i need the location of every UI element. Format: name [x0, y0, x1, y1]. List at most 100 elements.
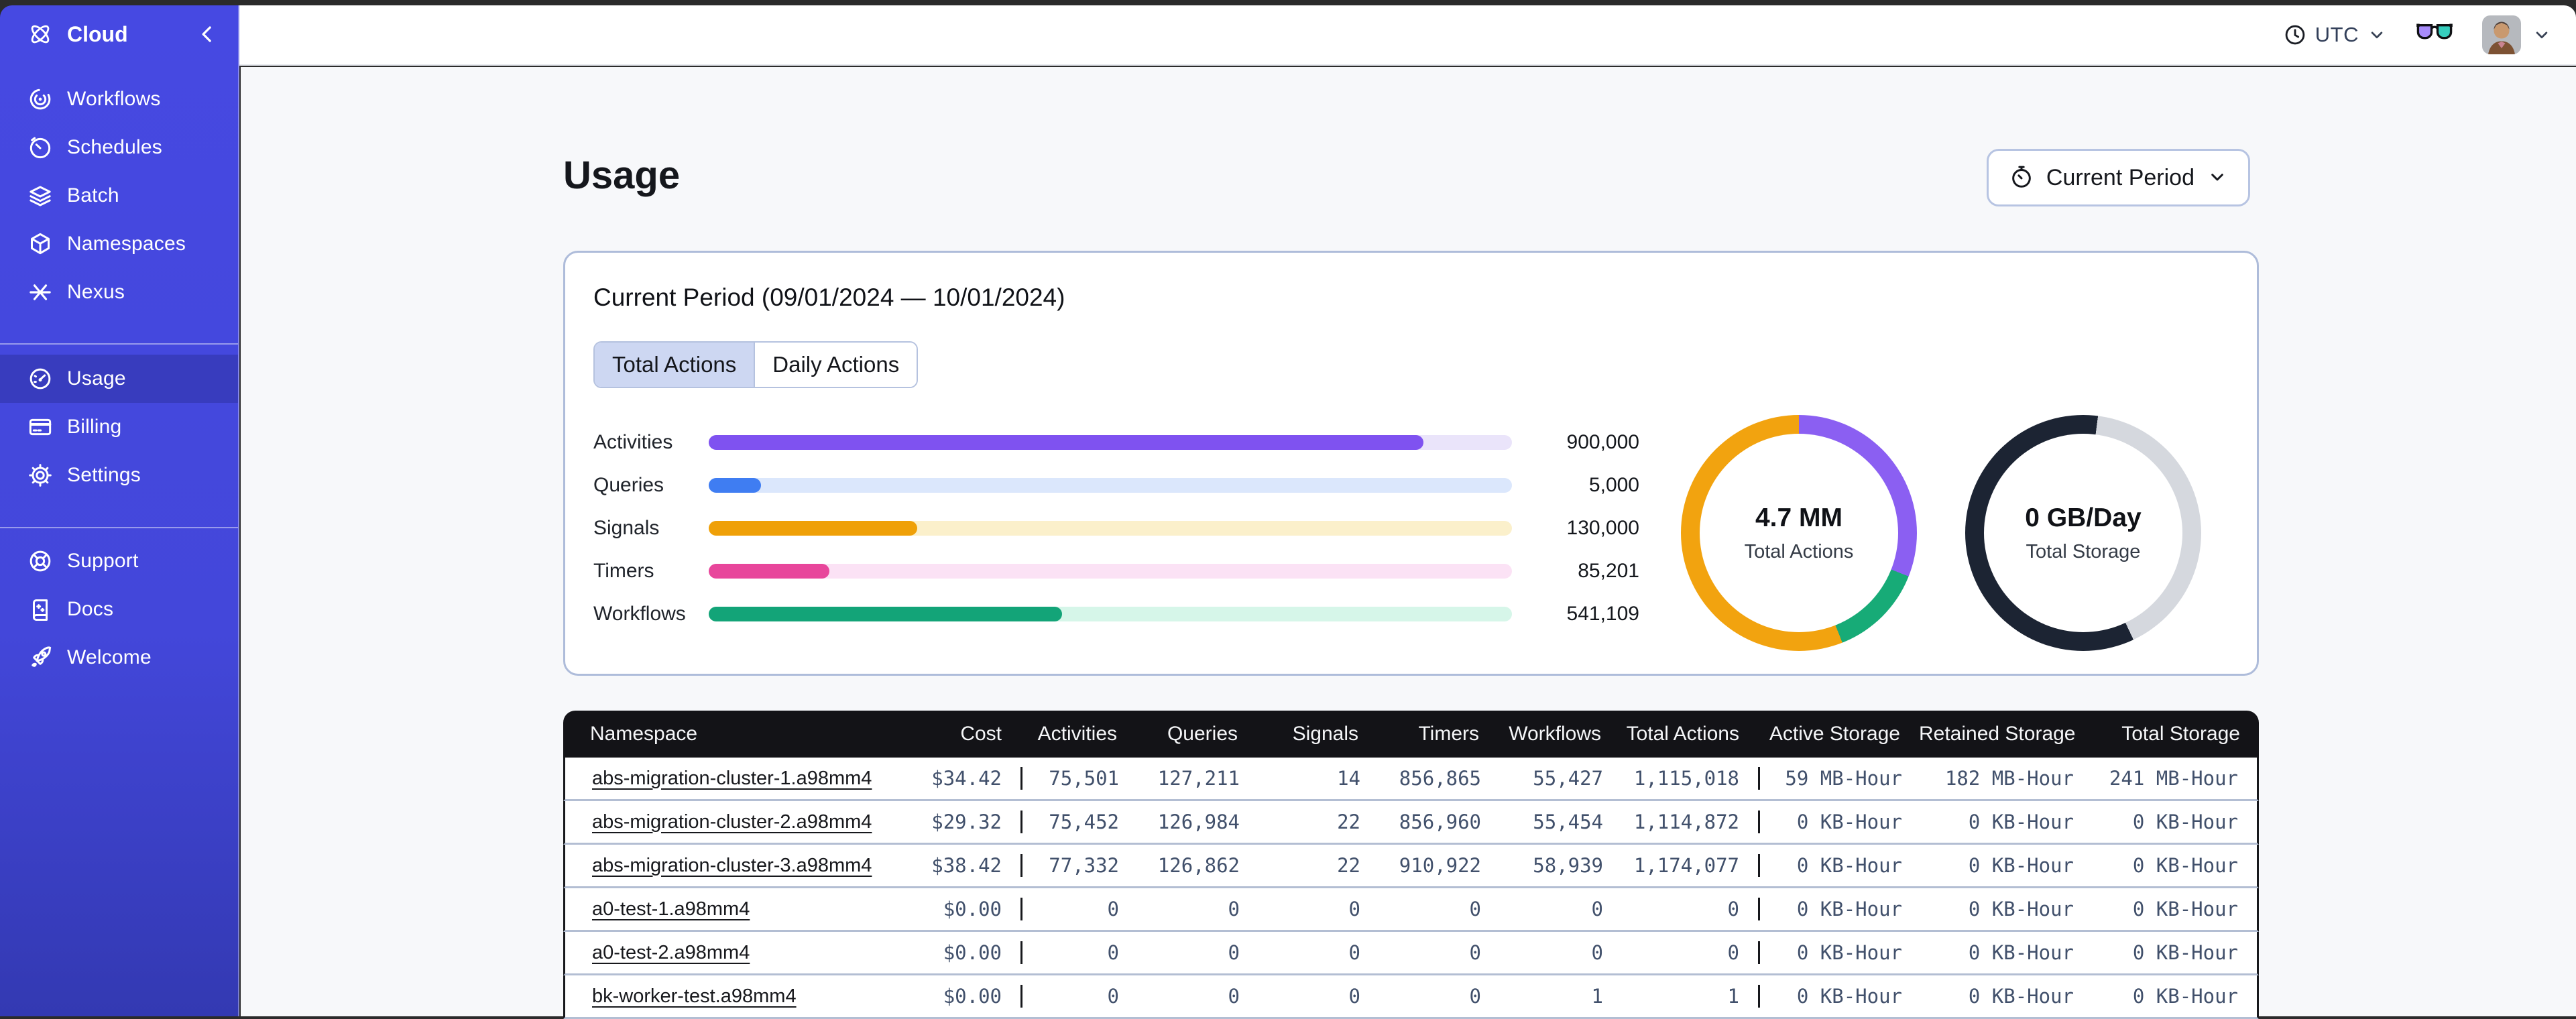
table-row: abs-migration-cluster-3.a98mm4 $38.4277,3… [563, 845, 2259, 888]
timezone-selector[interactable]: UTC [2283, 23, 2387, 47]
topbar: UTC [239, 5, 2576, 66]
chevron-down-icon [2367, 25, 2387, 45]
bar-row-signals: Signals 130,000 [593, 518, 1642, 538]
clock-icon [2283, 23, 2307, 47]
column-header[interactable]: Activities [1020, 723, 1136, 745]
value-cell: 182 MB-Hour [1921, 767, 2093, 790]
value-cell: 1,174,077 [1622, 854, 1760, 877]
sidebar-item-settings[interactable]: Settings [0, 451, 238, 499]
donut-label: Total Storage [2026, 541, 2141, 563]
namespace-cell[interactable]: abs-migration-cluster-2.a98mm4 [565, 811, 880, 833]
value-cell: 910,922 [1379, 854, 1500, 877]
account-menu[interactable] [2482, 15, 2552, 54]
value-cell: 77,332 [1022, 854, 1138, 877]
sidebar-item-batch[interactable]: Batch [0, 172, 238, 220]
value-cell: 75,501 [1022, 767, 1138, 790]
value-cell: 0 KB-Hour [1921, 898, 2093, 920]
table-row: a0-test-1.a98mm4$0.000000000 KB-Hour0 KB… [563, 888, 2259, 932]
value-cell: 241 MB-Hour [2093, 767, 2257, 790]
sidebar-item-usage[interactable]: Usage [0, 355, 238, 403]
gear-icon [27, 462, 54, 489]
tab-total-actions[interactable]: Total Actions [595, 343, 754, 387]
namespace-link[interactable]: abs-migration-cluster-3.a98mm4 [592, 855, 872, 876]
value-cell: 126,984 [1138, 811, 1258, 833]
column-header[interactable]: Queries [1136, 723, 1256, 745]
usage-summary-card: Current Period (09/01/2024 — 10/01/2024)… [563, 251, 2259, 676]
table-row: a0-test-2.a98mm4$0.000000000 KB-Hour0 KB… [563, 932, 2259, 975]
value-cell: 0 KB-Hour [1760, 941, 1921, 964]
value-cell: 1 [1622, 985, 1760, 1008]
usage-bar-list: Activities 900,000 Queries 5,000 Signals… [593, 432, 1642, 624]
value-cell: 0 [1022, 898, 1138, 920]
value-cell: 0 KB-Hour [1921, 985, 2093, 1008]
labs-glasses-icon[interactable] [2416, 21, 2453, 50]
bar-value: 85,201 [1512, 560, 1642, 583]
sidebar-item-label: Billing [67, 416, 121, 438]
sidebar-item-label: Usage [67, 367, 126, 390]
value-cell: 0 [1379, 941, 1500, 964]
namespace-cell[interactable]: abs-migration-cluster-3.a98mm4 [565, 855, 880, 877]
column-header[interactable]: Active Storage [1758, 723, 1919, 745]
total-storage-donut: 0 GB/Day Total Storage [1965, 415, 2201, 651]
sidebar-item-nexus[interactable]: Nexus [0, 268, 238, 316]
value-cell: $38.42 [880, 854, 1022, 877]
sidebar-item-label: Batch [67, 184, 119, 207]
table-header: NamespaceCostActivitiesQueriesSignalsTim… [563, 711, 2259, 758]
sidebar: Cloud Workflows [0, 5, 239, 1016]
page-title: Usage [563, 153, 680, 198]
namespace-link[interactable]: abs-migration-cluster-2.a98mm4 [592, 811, 872, 833]
book-icon [27, 596, 54, 623]
app-window: Cloud Workflows [0, 5, 2576, 1016]
bar-label: Timers [593, 560, 709, 583]
value-cell: 0 KB-Hour [1760, 898, 1921, 920]
lifebuoy-icon [27, 548, 54, 575]
value-cell: 22 [1258, 854, 1379, 877]
bar-track [709, 435, 1512, 450]
namespace-cell[interactable]: a0-test-1.a98mm4 [565, 898, 880, 920]
column-header[interactable]: Total Storage [2091, 723, 2259, 745]
value-cell: 0 [1500, 941, 1622, 964]
column-header[interactable]: Workflows [1498, 723, 1620, 745]
sidebar-item-support[interactable]: Support [0, 537, 238, 585]
column-header[interactable]: Signals [1256, 723, 1377, 745]
namespace-link[interactable]: a0-test-2.a98mm4 [592, 942, 750, 963]
card-title: Current Period (09/01/2024 — 10/01/2024) [593, 284, 2229, 312]
period-dropdown-button[interactable]: Current Period [1987, 149, 2250, 206]
column-header[interactable]: Total Actions [1620, 723, 1758, 745]
sidebar-item-docs[interactable]: Docs [0, 585, 238, 634]
collapse-sidebar-icon[interactable] [194, 21, 221, 48]
brand-row[interactable]: Cloud [0, 5, 238, 63]
column-header[interactable]: Cost [878, 723, 1020, 745]
bar-fill [709, 564, 829, 579]
bar-track [709, 564, 1512, 579]
namespace-cell[interactable]: abs-migration-cluster-1.a98mm4 [565, 768, 880, 790]
sidebar-item-workflows[interactable]: Workflows [0, 75, 238, 123]
namespace-link[interactable]: abs-migration-cluster-1.a98mm4 [592, 768, 872, 789]
namespace-link[interactable]: bk-worker-test.a98mm4 [592, 985, 797, 1007]
column-header[interactable]: Retained Storage [1919, 723, 2091, 745]
value-cell: 0 [1022, 941, 1138, 964]
column-header[interactable]: Timers [1377, 723, 1498, 745]
sidebar-item-welcome[interactable]: Welcome [0, 634, 238, 682]
bar-value: 130,000 [1512, 517, 1642, 540]
avatar[interactable] [2482, 15, 2521, 54]
value-cell: 59 MB-Hour [1760, 767, 1921, 790]
bar-label: Queries [593, 474, 709, 497]
namespace-cell[interactable]: a0-test-2.a98mm4 [565, 942, 880, 964]
namespace-cell[interactable]: bk-worker-test.a98mm4 [565, 985, 880, 1008]
namespace-link[interactable]: a0-test-1.a98mm4 [592, 898, 750, 920]
value-cell: 0 [1622, 898, 1760, 920]
value-cell: 0 KB-Hour [1760, 985, 1921, 1008]
value-cell: 14 [1258, 767, 1379, 790]
sidebar-item-namespaces[interactable]: Namespaces [0, 220, 238, 268]
sidebar-item-schedules[interactable]: Schedules [0, 123, 238, 172]
value-cell: 0 [1022, 985, 1138, 1008]
bar-row-timers: Timers 85,201 [593, 561, 1642, 581]
tab-daily-actions[interactable]: Daily Actions [754, 343, 917, 387]
value-cell: 0 [1379, 898, 1500, 920]
column-header[interactable]: Namespace [563, 723, 878, 745]
sidebar-item-label: Welcome [67, 646, 152, 669]
namespaces-icon [27, 231, 54, 257]
value-cell: 0 [1138, 985, 1258, 1008]
sidebar-item-billing[interactable]: Billing [0, 403, 238, 451]
